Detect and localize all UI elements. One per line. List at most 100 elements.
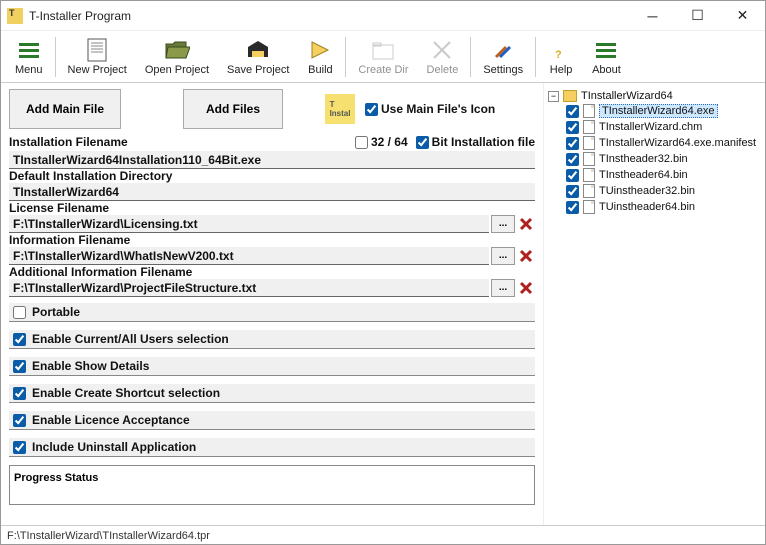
about-button[interactable]: About [584, 33, 629, 81]
create-dir-button: Create Dir [350, 33, 416, 81]
add-files-button[interactable]: Add Files [183, 89, 283, 129]
settings-icon [490, 37, 516, 63]
tree-file-checkbox[interactable] [566, 185, 579, 198]
default-dir-input[interactable] [9, 183, 535, 201]
tree-file-label: TInstallerWizard64.exe.manifest [599, 137, 756, 149]
settings-button[interactable]: Settings [475, 33, 531, 81]
file-icon [583, 200, 595, 214]
bit-install-label: Bit Installation file [432, 135, 535, 149]
new-project-button[interactable]: New Project [60, 33, 135, 81]
statusbar: F:\TInstallerWizard\TInstallerWizard64.t… [1, 525, 765, 545]
use-main-file-icon-checkbox[interactable] [365, 103, 378, 116]
tree-file-node[interactable]: TInstallerWizard64.exe.manifest [566, 135, 761, 151]
install-filename-input[interactable] [9, 151, 535, 169]
file-icon [583, 168, 595, 182]
tree-file-label: TUinstheader64.bin [599, 201, 695, 213]
build-icon [307, 37, 333, 63]
file-icon [583, 184, 595, 198]
enable-show-details-label: Enable Show Details [32, 359, 149, 373]
use-main-file-icon-label: Use Main File's Icon [381, 102, 495, 116]
license-browse-button[interactable]: ... [491, 215, 515, 233]
addinfo-clear-button[interactable] [517, 279, 535, 297]
tree-root-node[interactable]: − TInstallerWizard64 [548, 89, 761, 103]
license-clear-button[interactable] [517, 215, 535, 233]
statusbar-path: F:\TInstallerWizard\TInstallerWizard64.t… [7, 530, 210, 542]
minimize-button[interactable]: ─ [630, 1, 675, 31]
tree-file-node[interactable]: TInstallerWizard64.exe [566, 103, 761, 119]
toolbar: Menu New Project Open Project Save Proje… [1, 31, 765, 83]
tree-file-node[interactable]: TInstheader32.bin [566, 151, 761, 167]
help-button[interactable]: ? Help [540, 33, 582, 81]
info-input[interactable] [9, 247, 489, 265]
bits-label: 32 / 64 [371, 135, 408, 149]
tree-file-checkbox[interactable] [566, 153, 579, 166]
tree-file-label: TInstallerWizard64.exe [599, 104, 718, 118]
create-dir-icon [370, 37, 396, 63]
menu-icon [16, 37, 42, 63]
tree-file-node[interactable]: TInstheader64.bin [566, 167, 761, 183]
portable-label: Portable [32, 305, 80, 319]
progress-status-box: Progress Status [9, 465, 535, 505]
bits-32-64-checkbox[interactable] [355, 136, 368, 149]
window-title: T-Installer Program [29, 9, 630, 23]
tree-collapse-icon[interactable]: − [548, 91, 559, 102]
new-project-icon [84, 37, 110, 63]
tree-file-label: TInstheader32.bin [599, 153, 688, 165]
close-button[interactable]: ✕ [720, 1, 765, 31]
enable-licence-label: Enable Licence Acceptance [32, 413, 190, 427]
portable-checkbox[interactable] [13, 306, 26, 319]
main-file-icon-preview: TInstal [325, 94, 355, 124]
build-button[interactable]: Build [299, 33, 341, 81]
file-icon [583, 136, 595, 150]
file-icon [583, 152, 595, 166]
titlebar: T-Installer Program ─ ☐ ✕ [1, 1, 765, 31]
file-tree[interactable]: − TInstallerWizard64 TInstallerWizard64.… [548, 89, 761, 215]
add-main-file-button[interactable]: Add Main File [9, 89, 121, 129]
include-uninstall-checkbox[interactable] [13, 441, 26, 454]
tree-file-node[interactable]: TUinstheader32.bin [566, 183, 761, 199]
file-tree-panel: − TInstallerWizard64 TInstallerWizard64.… [543, 83, 765, 525]
info-label: Information Filename [9, 233, 535, 247]
tree-file-checkbox[interactable] [566, 169, 579, 182]
open-project-button[interactable]: Open Project [137, 33, 217, 81]
tree-file-label: TUinstheader32.bin [599, 185, 695, 197]
license-input[interactable] [9, 215, 489, 233]
tree-file-checkbox[interactable] [566, 201, 579, 214]
tree-file-checkbox[interactable] [566, 137, 579, 150]
info-browse-button[interactable]: ... [491, 247, 515, 265]
default-dir-label: Default Installation Directory [9, 169, 535, 183]
tree-file-node[interactable]: TUinstheader64.bin [566, 199, 761, 215]
enable-users-label: Enable Current/All Users selection [32, 332, 229, 346]
license-label: License Filename [9, 201, 535, 215]
enable-show-details-checkbox[interactable] [13, 360, 26, 373]
enable-shortcut-checkbox[interactable] [13, 387, 26, 400]
left-panel: Add Main File Add Files TInstal Use Main… [1, 83, 543, 525]
tree-file-checkbox[interactable] [566, 121, 579, 134]
delete-icon [429, 37, 455, 63]
addinfo-input[interactable] [9, 279, 489, 297]
include-uninstall-label: Include Uninstall Application [32, 440, 196, 454]
install-filename-label: Installation Filename [9, 135, 347, 149]
save-project-button[interactable]: Save Project [219, 33, 297, 81]
addinfo-label: Additional Information Filename [9, 265, 535, 279]
about-icon [593, 37, 619, 63]
file-icon [583, 104, 595, 118]
addinfo-browse-button[interactable]: ... [491, 279, 515, 297]
tree-file-node[interactable]: TInstallerWizard.chm [566, 119, 761, 135]
tree-root-label: TInstallerWizard64 [581, 90, 673, 102]
bit-install-checkbox[interactable] [416, 136, 429, 149]
enable-users-checkbox[interactable] [13, 333, 26, 346]
svg-text:?: ? [555, 49, 562, 61]
menu-button[interactable]: Menu [7, 33, 51, 81]
info-clear-button[interactable] [517, 247, 535, 265]
maximize-button[interactable]: ☐ [675, 1, 720, 31]
progress-status-label: Progress Status [14, 472, 98, 484]
open-folder-icon [164, 37, 190, 63]
enable-licence-checkbox[interactable] [13, 414, 26, 427]
save-icon [245, 37, 271, 63]
enable-shortcut-label: Enable Create Shortcut selection [32, 386, 220, 400]
tree-file-checkbox[interactable] [566, 105, 579, 118]
app-icon [7, 8, 23, 24]
tree-file-label: TInstheader64.bin [599, 169, 688, 181]
help-icon: ? [548, 37, 574, 63]
